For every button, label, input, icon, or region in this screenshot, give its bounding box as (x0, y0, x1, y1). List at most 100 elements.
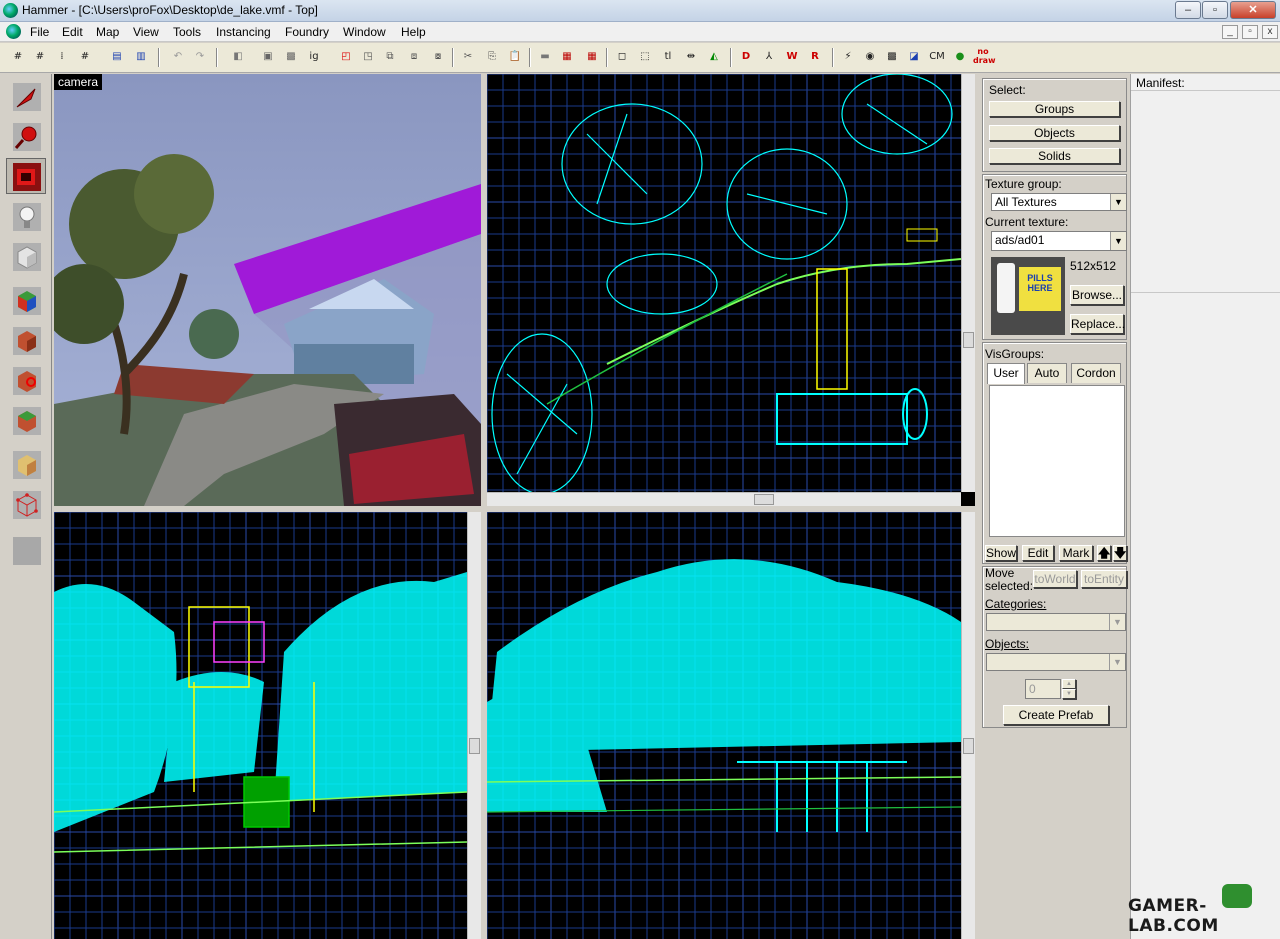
minimize-button[interactable]: – (1175, 1, 1201, 19)
hide-selected-icon[interactable]: ▣ (258, 47, 278, 67)
move-up-icon[interactable]: 🡅 (1097, 545, 1111, 561)
menu-foundry[interactable]: Foundry (285, 25, 329, 39)
clipping-tool[interactable] (6, 446, 46, 482)
redo-icon[interactable]: ↷ (190, 47, 210, 67)
chevron-down-icon[interactable]: ▼ (1109, 614, 1125, 630)
grid-smaller-icon[interactable]: # (30, 47, 50, 67)
move-down-icon[interactable]: 🡇 (1113, 545, 1127, 561)
camera-tool[interactable] (6, 158, 46, 194)
decal-tool[interactable] (6, 362, 46, 398)
current-texture-select[interactable]: ads/ad01 ▼ (991, 231, 1127, 251)
selection-tool[interactable] (6, 78, 46, 114)
top-viewport-horizontal-scrollbar[interactable] (487, 492, 961, 506)
menu-tools[interactable]: Tools (173, 25, 201, 39)
entity-report-icon[interactable]: ⚡ (838, 47, 858, 67)
front-viewport-vertical-scrollbar[interactable] (467, 512, 481, 939)
copy-icon[interactable]: ⎘ (482, 47, 502, 67)
to-world-button[interactable]: toWorld (1033, 570, 1077, 588)
3d-wireframe-icon[interactable]: W (782, 47, 802, 67)
cordon-button[interactable]: CM (926, 47, 948, 67)
tab-cordon[interactable]: Cordon (1071, 363, 1121, 383)
run-map-icon[interactable]: ● (950, 47, 970, 67)
side-viewport-vertical-scrollbar[interactable] (961, 512, 975, 939)
chevron-down-icon[interactable]: ▼ (1110, 194, 1126, 210)
select-objects-button[interactable]: Objects (989, 125, 1120, 141)
chevron-down-icon[interactable]: ▼ (1109, 654, 1125, 670)
ignore-groups-button[interactable]: ig (304, 47, 324, 67)
spin-up-icon[interactable]: ▲ (1062, 679, 1076, 689)
3d-model-render-icon[interactable]: D (736, 47, 756, 67)
to-entity-button[interactable]: toEntity (1081, 570, 1127, 588)
mdi-close-button[interactable]: x (1262, 25, 1278, 39)
select-groups-button[interactable]: Groups (989, 101, 1120, 117)
cut-icon[interactable]: ✂ (458, 47, 478, 67)
document-icon[interactable] (6, 24, 21, 39)
texture-scale-lock-icon[interactable]: ◳ (358, 47, 378, 67)
show-all-icon[interactable]: ▩ (281, 47, 301, 67)
mdi-minimize-button[interactable]: _ (1222, 25, 1238, 39)
close-button[interactable]: ✕ (1230, 1, 1276, 19)
ungroup-icon[interactable]: ▥ (131, 47, 151, 67)
scroll-thumb[interactable] (963, 738, 974, 754)
spin-down-icon[interactable]: ▼ (1062, 689, 1076, 699)
paste-icon[interactable]: 📋 (505, 47, 525, 67)
categories-select[interactable]: ▼ (986, 613, 1126, 631)
group-icon[interactable]: ▤ (107, 47, 127, 67)
camera-viewport[interactable]: camera (54, 74, 481, 506)
chevron-down-icon[interactable]: ▼ (1110, 232, 1126, 250)
visgroup-show-button[interactable]: Show (985, 545, 1017, 561)
grid-larger-icon[interactable]: # (75, 47, 95, 67)
texture-lock-toggle-button[interactable]: tl (658, 47, 678, 67)
create-prefab-button[interactable]: Create Prefab (1003, 705, 1109, 725)
texture-group-select[interactable]: All Textures ▼ (991, 193, 1127, 211)
objects-select[interactable]: ▼ (986, 653, 1126, 671)
magnify-tool[interactable] (6, 118, 46, 154)
flip-horizontal-icon[interactable]: ⇹ (681, 47, 701, 67)
menu-instancing[interactable]: Instancing (216, 25, 271, 39)
sculpt-icon[interactable]: ⧈ (404, 47, 424, 67)
side-viewport[interactable] (487, 512, 975, 939)
path-tool[interactable] (6, 532, 46, 568)
tab-auto[interactable]: Auto (1027, 363, 1067, 383)
nodraw-button[interactable]: no draw (973, 47, 995, 67)
visgroup-edit-button[interactable]: Edit (1022, 545, 1054, 561)
maximize-button[interactable]: ▫ (1202, 1, 1228, 19)
visgroup-mark-button[interactable]: Mark (1059, 545, 1093, 561)
menu-view[interactable]: View (133, 25, 159, 39)
scroll-thumb[interactable] (963, 332, 974, 348)
grid-dots-icon[interactable]: ⁞ (52, 47, 72, 67)
bsp-icon[interactable]: ◪ (904, 47, 924, 67)
vertex-tool[interactable] (6, 486, 46, 522)
flip-vertical-icon[interactable]: ◭ (704, 47, 724, 67)
3d-radius-icon[interactable]: R (805, 47, 825, 67)
toggle-helpers-icon[interactable]: ◻ (612, 47, 632, 67)
check-problems-icon[interactable]: ◉ (860, 47, 880, 67)
visgroups-list[interactable] (989, 385, 1125, 537)
menu-file[interactable]: File (30, 25, 49, 39)
undo-icon[interactable]: ↶ (168, 47, 188, 67)
scroll-thumb[interactable] (754, 494, 774, 505)
replace-button[interactable]: Replace... (1070, 314, 1125, 334)
select-solids-button[interactable]: Solids (989, 148, 1120, 164)
hide-items-icon[interactable]: ▬ (535, 47, 555, 67)
menu-map[interactable]: Map (96, 25, 119, 39)
carve-icon[interactable]: ◧ (228, 47, 248, 67)
apply-current-texture-tool[interactable] (6, 322, 46, 358)
texture-lock-icon[interactable]: ◰ (336, 47, 356, 67)
map-properties-icon[interactable]: ▩ (882, 47, 902, 67)
overlay-tool[interactable] (6, 402, 46, 438)
menu-edit[interactable]: Edit (62, 25, 83, 39)
entity-tool[interactable] (6, 198, 46, 234)
top-viewport-vertical-scrollbar[interactable] (961, 74, 975, 492)
menu-window[interactable]: Window (343, 25, 386, 39)
quick-hide-icon[interactable]: ▦ (557, 47, 577, 67)
texture-application-tool[interactable] (6, 282, 46, 318)
front-viewport[interactable] (54, 512, 481, 939)
top-viewport[interactable] (487, 74, 975, 506)
cut-copy-icon[interactable]: ⧉ (380, 47, 400, 67)
block-tool[interactable] (6, 238, 46, 274)
quick-hide-unselected-icon[interactable]: ▦ (582, 47, 602, 67)
mdi-restore-button[interactable]: ▫ (1242, 25, 1258, 39)
scroll-thumb[interactable] (469, 738, 480, 754)
tab-user[interactable]: User (987, 363, 1025, 384)
